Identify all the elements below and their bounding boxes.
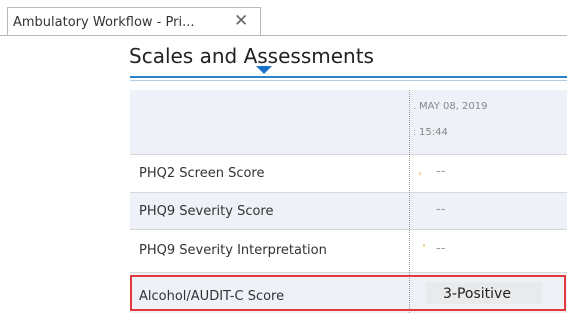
result-marker [423, 244, 425, 247]
column-time: 15:44 [419, 127, 448, 138]
date-tick-mark: . [413, 101, 417, 112]
workflow-tab-label: Ambulatory Workflow - Pri... [13, 15, 195, 30]
column-date[interactable]: MAY 08, 2019 [419, 101, 488, 112]
section-rule-secondary [130, 80, 567, 81]
row-label: PHQ9 Severity Interpretation [139, 243, 327, 258]
table-row[interactable]: PHQ2 Screen Score -- [130, 155, 567, 193]
row-label: PHQ2 Screen Score [139, 166, 265, 181]
row-value[interactable]: -- [436, 164, 445, 179]
time-tick-mark: : [413, 127, 417, 138]
result-marker [419, 172, 421, 175]
section-rule [130, 76, 567, 78]
tabstrip-divider [0, 35, 567, 36]
row-value[interactable]: -- [436, 202, 445, 217]
table-row[interactable]: PHQ9 Severity Score -- [130, 193, 567, 230]
workflow-tab[interactable]: Ambulatory Workflow - Pri... ✕ [7, 7, 261, 35]
section-title: Scales and Assessments [129, 44, 374, 68]
column-header-row: . MAY 08, 2019 : 15:44 [130, 90, 567, 155]
caret-down-icon[interactable] [256, 66, 272, 74]
audit-c-value[interactable]: 3-Positive [443, 286, 511, 302]
row-value[interactable]: -- [436, 241, 445, 256]
table-row[interactable]: PHQ9 Severity Interpretation -- [130, 230, 567, 273]
close-icon[interactable]: ✕ [234, 11, 248, 31]
row-label: Alcohol/AUDIT-C Score [139, 289, 285, 304]
column-divider [409, 90, 410, 313]
flowsheet-grid: . MAY 08, 2019 : 15:44 PHQ2 Screen Score… [130, 90, 567, 313]
row-label: PHQ9 Severity Score [139, 204, 274, 219]
